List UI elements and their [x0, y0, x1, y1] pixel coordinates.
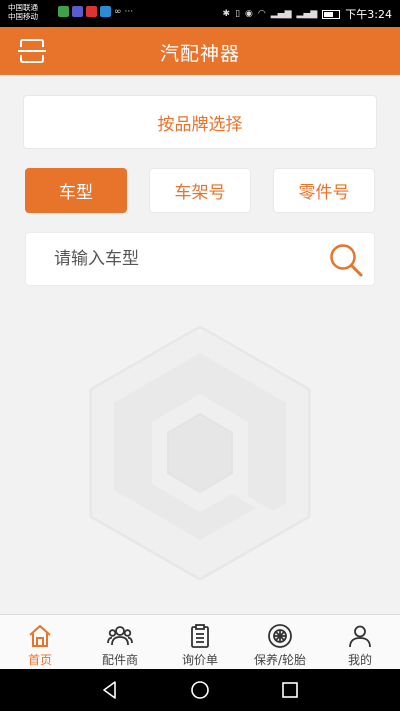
app-notification-icon	[58, 6, 69, 17]
tab-maintenance-tires[interactable]: 保养/轮胎	[240, 615, 320, 669]
tab-part-number[interactable]: 零件号	[273, 168, 375, 213]
app-notification-icon	[100, 6, 111, 17]
bluetooth-icon: ✱	[222, 9, 231, 19]
search-box	[25, 232, 375, 286]
tab-suppliers-label: 配件商	[101, 653, 138, 667]
home-icon	[29, 624, 51, 647]
bottom-tab-bar: 首页 配件商 询价单 保养/轮胎 我的	[0, 614, 400, 669]
carrier-2: 中国移动	[8, 12, 38, 21]
notification-icons: ∞ ···	[58, 6, 133, 17]
carrier-1: 中国联通	[8, 3, 38, 12]
eye-icon: ◉	[245, 9, 253, 19]
tab-vehicle-model[interactable]: 车型	[25, 168, 127, 213]
wifi-icon: ◠	[257, 9, 266, 19]
system-nav-bar	[0, 669, 400, 711]
tab-inquiries[interactable]: 询价单	[160, 615, 240, 669]
person-icon	[349, 625, 371, 648]
app-bar: 汽配神器	[0, 27, 400, 75]
tab-suppliers[interactable]: 配件商	[80, 615, 160, 669]
back-icon[interactable]	[99, 679, 121, 701]
voicemail-icon: ∞	[114, 6, 122, 17]
page-title: 汽配神器	[159, 43, 240, 65]
recents-icon[interactable]	[279, 679, 301, 701]
battery-icon	[322, 9, 341, 19]
clock: 下午3:24	[345, 8, 392, 21]
app-notification-icon	[72, 6, 83, 17]
more-notifications: ···	[124, 6, 134, 17]
search-icon[interactable]	[328, 242, 364, 278]
app-notification-icon	[86, 6, 97, 17]
tab-vin[interactable]: 车架号	[149, 168, 251, 213]
search-input[interactable]	[54, 233, 324, 285]
brand-select-button[interactable]: 按品牌选择	[23, 95, 377, 149]
signal-icon: ▂▄▆	[270, 9, 292, 19]
system-status: ✱ ▯ ◉ ◠ ▂▄▆ ▂▄▆ 下午3:24	[223, 6, 392, 22]
tab-home[interactable]: 首页	[0, 615, 80, 669]
vibrate-icon: ▯	[235, 9, 241, 19]
status-bar: 中国联通 中国移动 ∞ ··· ✱ ▯ ◉ ◠ ▂▄▆ ▂▄▆ 下午3:24	[0, 0, 400, 27]
tab-inquiries-label: 询价单	[181, 653, 218, 667]
tab-maintenance-tires-label: 保养/轮胎	[253, 653, 307, 667]
tab-home-label: 首页	[27, 653, 52, 667]
carrier-info: 中国联通 中国移动	[8, 3, 38, 21]
watermark-logo	[89, 325, 311, 581]
home-nav-icon[interactable]	[189, 679, 211, 701]
tab-mine-label: 我的	[347, 653, 372, 667]
tire-icon	[268, 624, 292, 648]
users-icon	[107, 626, 133, 646]
signal-icon: ▂▄▆	[296, 9, 318, 19]
tab-mine[interactable]: 我的	[320, 615, 400, 669]
clipboard-icon	[191, 624, 209, 648]
